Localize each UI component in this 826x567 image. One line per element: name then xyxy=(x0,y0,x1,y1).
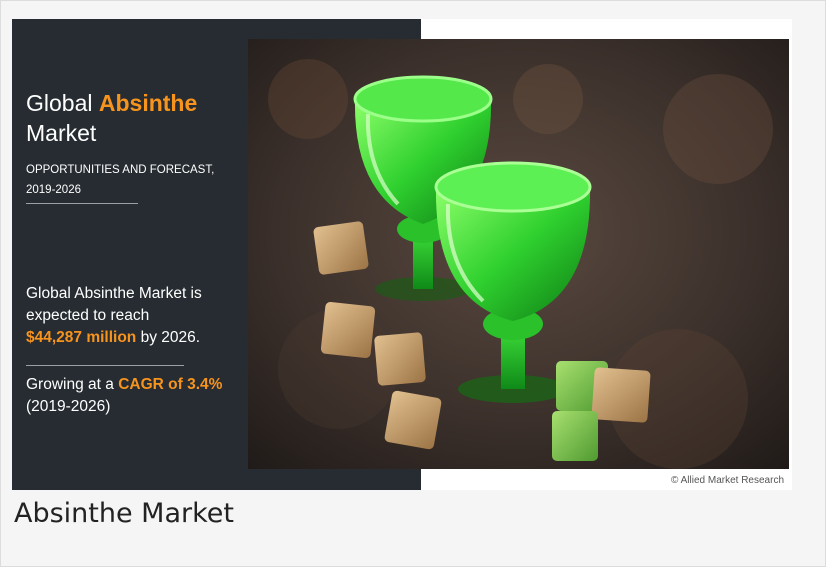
cagr-value: CAGR of 3.4% xyxy=(118,376,223,393)
subtitle-line-1: OPPORTUNITIES AND FORECAST, xyxy=(26,164,215,176)
stat-line-2: expected to reach xyxy=(26,307,150,324)
title-accent: Absinthe xyxy=(98,90,198,116)
market-infographic: Global Absinthe Market OPPORTUNITIES AND… xyxy=(12,19,792,490)
stat-line-1: Global Absinthe Market is xyxy=(26,285,202,302)
title-line-2: Market xyxy=(26,120,97,146)
market-size-statement: Global Absinthe Market is expected to re… xyxy=(26,283,241,349)
growth-line-1: Growing at a CAGR of 3.4% xyxy=(26,374,241,396)
growth-statement: Growing at a CAGR of 3.4% (2019-2026) xyxy=(26,374,241,418)
market-value: $44,287 million xyxy=(26,329,137,346)
title-prefix: Global xyxy=(26,90,93,116)
absinthe-glasses-photo xyxy=(248,39,789,469)
divider xyxy=(26,203,138,204)
growth-prefix: Growing at a xyxy=(26,376,114,393)
page-frame: Global Absinthe Market OPPORTUNITIES AND… xyxy=(0,0,826,567)
stat-suffix: by 2026. xyxy=(140,329,201,346)
subtitle-line-2: 2019-2026 xyxy=(26,184,81,196)
image-caption: Absinthe Market xyxy=(14,498,234,529)
infographic-subtitle: OPPORTUNITIES AND FORECAST, 2019-2026 xyxy=(26,160,226,200)
copyright-notice: © Allied Market Research xyxy=(671,475,784,486)
infographic-title: Global Absinthe xyxy=(26,89,197,117)
divider xyxy=(26,365,184,366)
photo-illustration xyxy=(248,39,789,469)
stat-line-3: $44,287 million by 2026. xyxy=(26,327,241,349)
growth-period: (2019-2026) xyxy=(26,398,111,415)
